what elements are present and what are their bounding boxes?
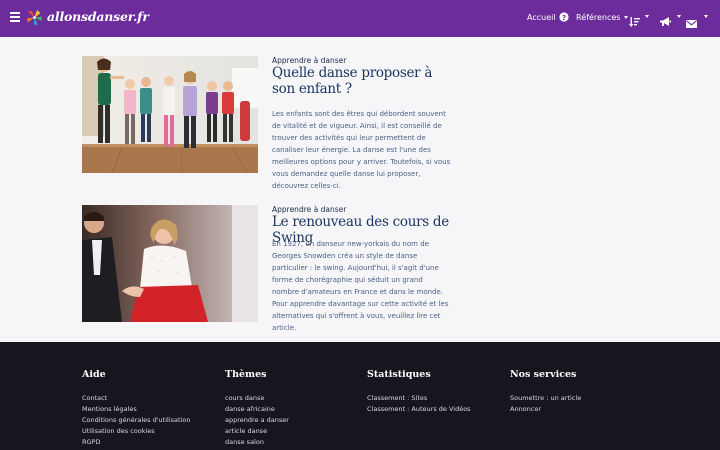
top-navbar: allonsdanser.fr Accueil ? Références <box>0 0 720 37</box>
article-category[interactable]: Apprendre à danser <box>272 56 346 65</box>
footer-column-title: Statistiques <box>367 369 431 380</box>
footer-link-submit-article[interactable]: Soumettre : un article <box>510 393 581 404</box>
footer-column-aide: Aide Contact Mentions légales Conditions… <box>82 369 190 448</box>
footer-link-contact[interactable]: Contact <box>82 393 190 404</box>
mail-icon <box>686 20 697 28</box>
nav-dropdown-references[interactable]: Références <box>576 13 629 22</box>
footer-link-cookies[interactable]: Utilisation des cookies <box>82 426 190 437</box>
announcements-dropdown[interactable] <box>660 12 681 31</box>
footer-link-theme[interactable]: danse salon <box>225 437 289 448</box>
svg-text:?: ? <box>562 14 566 22</box>
footer: Aide Contact Mentions légales Conditions… <box>0 342 720 450</box>
footer-link-theme[interactable]: article danse <box>225 426 289 437</box>
article-card: Apprendre à danser Le renouveau des cour… <box>82 205 482 335</box>
menu-icon[interactable] <box>10 12 20 24</box>
article-excerpt: En 1927, un danseur new-yorkais du nom d… <box>272 240 449 332</box>
footer-column-services: Nos services Soumettre : un article Anno… <box>510 369 581 415</box>
footer-link-ranking-authors[interactable]: Classement : Auteurs de Vidéos <box>367 404 471 415</box>
article-category[interactable]: Apprendre à danser <box>272 205 346 214</box>
footer-column-statistiques: Statistiques Classement : Sites Classeme… <box>367 369 471 415</box>
footer-column-title: Aide <box>82 369 106 380</box>
footer-link-rgpd[interactable]: RGPD <box>82 437 190 448</box>
logo-icon[interactable] <box>26 9 43 26</box>
article-image[interactable] <box>82 205 258 322</box>
article-card: Apprendre à danser Quelle danse proposer… <box>82 56 482 196</box>
footer-column-themes: Thèmes cours danse danse africaine appre… <box>225 369 289 448</box>
help-icon[interactable]: ? <box>559 12 569 22</box>
footer-link-mentions-legales[interactable]: Mentions légales <box>82 404 190 415</box>
footer-link-cgu[interactable]: Conditions générales d'utilisation <box>82 415 190 426</box>
megaphone-icon <box>660 17 671 26</box>
article-title[interactable]: Quelle danse proposer à son enfant ? <box>272 65 452 97</box>
chevron-down-icon <box>677 15 681 18</box>
footer-link-theme[interactable]: apprendre a danser <box>225 415 289 426</box>
nav-link-home[interactable]: Accueil <box>527 13 556 22</box>
sort-dropdown[interactable] <box>629 12 649 31</box>
references-label: Références <box>576 13 621 22</box>
chevron-down-icon <box>645 15 649 18</box>
footer-column-title: Thèmes <box>225 369 267 380</box>
sort-icon <box>629 17 640 27</box>
footer-link-theme[interactable]: cours danse <box>225 393 289 404</box>
brand-name[interactable]: allonsdanser.fr <box>47 9 149 24</box>
messages-dropdown[interactable] <box>686 13 708 32</box>
article-image[interactable] <box>82 56 258 173</box>
footer-column-title: Nos services <box>510 369 577 380</box>
chevron-down-icon <box>704 15 708 18</box>
footer-link-ranking-sites[interactable]: Classement : Sites <box>367 393 471 404</box>
footer-link-advertise[interactable]: Annoncer <box>510 404 581 415</box>
footer-link-theme[interactable]: danse africaine <box>225 404 289 415</box>
article-excerpt: Les enfants sont des êtres qui débordent… <box>272 110 451 190</box>
chevron-down-icon <box>624 16 629 19</box>
